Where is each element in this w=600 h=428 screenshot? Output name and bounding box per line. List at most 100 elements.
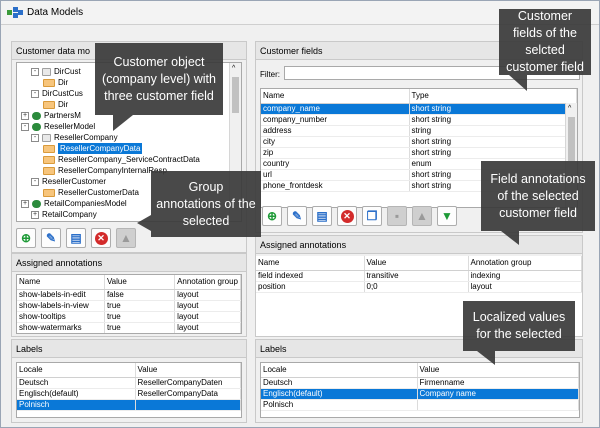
annotations-table: Name Value Annotation group show-labels-… bbox=[16, 274, 242, 334]
column-header[interactable]: Annotation group bbox=[174, 275, 241, 290]
add-button[interactable]: ⊕ bbox=[16, 228, 36, 248]
column-header[interactable]: Type bbox=[409, 89, 577, 104]
table-row[interactable]: show-labels-in-edit false layout bbox=[17, 289, 241, 301]
table-row[interactable]: company_name short string bbox=[261, 103, 577, 115]
table-row[interactable]: field indexed transitive indexing bbox=[256, 270, 582, 282]
collapse-icon[interactable]: - bbox=[31, 67, 39, 76]
field-icon bbox=[43, 144, 55, 153]
collapse-icon[interactable]: - bbox=[31, 177, 39, 186]
table-row[interactable]: Polnisch bbox=[261, 399, 579, 411]
table-row[interactable]: company_number short string bbox=[261, 114, 577, 126]
scroll-up-icon[interactable]: ^ bbox=[568, 105, 571, 112]
table-cell: position bbox=[256, 281, 365, 293]
field-icon bbox=[43, 100, 55, 109]
column-header[interactable]: Value bbox=[417, 363, 579, 378]
table-cell: layout bbox=[174, 300, 241, 312]
tree-item[interactable]: Dir bbox=[43, 99, 68, 110]
edit-button[interactable]: ✎ bbox=[41, 228, 61, 248]
move-down-icon: ▼ bbox=[441, 209, 453, 223]
table-row[interactable]: Englisch(default) Company name bbox=[261, 388, 579, 400]
tree-item-label: ResellerCompany_ServiceContractData bbox=[58, 155, 200, 164]
tree-item-label: DirCustCus bbox=[42, 89, 83, 98]
table-row[interactable]: zip short string bbox=[261, 147, 577, 159]
delete-field-button[interactable]: ✕ bbox=[337, 206, 357, 226]
add-field-button[interactable]: ⊕ bbox=[262, 206, 282, 226]
scroll-thumb[interactable] bbox=[568, 117, 575, 161]
tree-item[interactable]: + RetailCompany bbox=[31, 209, 97, 220]
callout-localized-values: Localized values for the selected bbox=[463, 301, 575, 365]
expand-icon[interactable]: + bbox=[21, 199, 29, 208]
disabled-button[interactable]: ▪ bbox=[387, 206, 407, 226]
column-header[interactable]: Locale bbox=[261, 363, 418, 378]
edit-annotations-button[interactable]: ▤ bbox=[66, 228, 86, 248]
move-up-button[interactable]: ▲ bbox=[412, 206, 432, 226]
tree-item[interactable]: - DirCust bbox=[31, 66, 81, 77]
table-cell: ResellerCompanyDaten bbox=[135, 377, 241, 389]
move-down-button[interactable]: ▼ bbox=[437, 206, 457, 226]
column-header[interactable]: Name bbox=[261, 89, 410, 104]
table-cell: company_number bbox=[261, 114, 410, 126]
tree-item[interactable]: ResellerCompanyData bbox=[43, 143, 143, 154]
table-row[interactable]: Deutsch ResellerCompanyDaten bbox=[17, 377, 241, 389]
column-header[interactable]: Name bbox=[256, 256, 365, 271]
expand-icon[interactable]: + bbox=[21, 111, 29, 120]
collapse-icon[interactable]: - bbox=[31, 133, 39, 142]
copy-field-button[interactable]: ❐ bbox=[362, 206, 382, 226]
table-row[interactable]: city short string bbox=[261, 136, 577, 148]
table-cell: show-watermarks bbox=[17, 322, 105, 333]
tree-item[interactable]: Dir bbox=[43, 77, 68, 88]
tree-item[interactable]: ResellerCustomerData bbox=[43, 187, 139, 198]
move-up-icon: ▲ bbox=[120, 231, 132, 245]
table-row[interactable]: Polnisch bbox=[17, 399, 241, 411]
callout-text: Customer fields of the selcted customer … bbox=[506, 9, 584, 74]
tree-item[interactable]: - ResellerCustomer bbox=[31, 176, 106, 187]
table-row[interactable]: Englisch(default) ResellerCompanyData bbox=[17, 388, 241, 400]
table-cell: Firmenname bbox=[417, 377, 579, 389]
callout-field-annotations: Field annotations of the selected custom… bbox=[481, 161, 595, 245]
scroll-up-icon[interactable]: ^ bbox=[232, 65, 235, 72]
tree-item[interactable]: ResellerCompanyInternalResp bbox=[43, 165, 167, 176]
collapse-icon[interactable]: - bbox=[21, 122, 29, 131]
column-header[interactable]: Value bbox=[135, 363, 241, 378]
tree-item[interactable]: - ResellerModel bbox=[21, 121, 95, 132]
table-cell: short string bbox=[409, 114, 577, 126]
delete-icon: ✕ bbox=[340, 209, 354, 223]
collapse-icon[interactable]: - bbox=[31, 89, 39, 98]
callout-customer-fields: Customer fields of the selcted customer … bbox=[499, 9, 591, 91]
table-row[interactable]: show-watermarks true layout bbox=[17, 322, 241, 333]
table-row[interactable]: position 0;0 layout bbox=[256, 281, 582, 293]
expand-icon[interactable]: + bbox=[31, 210, 39, 219]
column-header[interactable]: Name bbox=[17, 275, 105, 290]
column-header[interactable]: Annotation group bbox=[468, 256, 582, 271]
table-cell: city bbox=[261, 136, 410, 148]
table-row[interactable]: show-tooltips true layout bbox=[17, 311, 241, 323]
table-cell: show-labels-in-edit bbox=[17, 289, 105, 301]
add-icon: ⊕ bbox=[20, 231, 32, 245]
edit-annotations-button[interactable]: ▤ bbox=[312, 206, 332, 226]
table-row[interactable]: address string bbox=[261, 125, 577, 137]
edit-field-button[interactable]: ✎ bbox=[287, 206, 307, 226]
move-up-icon: ▲ bbox=[416, 209, 428, 223]
tree-item[interactable]: - ResellerCompany bbox=[31, 132, 118, 143]
table-cell: country bbox=[261, 158, 410, 170]
table-cell: short string bbox=[409, 147, 577, 159]
table-cell: Englisch(default) bbox=[17, 388, 136, 400]
column-header[interactable]: Locale bbox=[17, 363, 136, 378]
table-cell: 0;0 bbox=[364, 281, 469, 293]
tree-item[interactable]: + RetailCompaniesModel bbox=[21, 198, 127, 209]
move-up-button[interactable]: ▲ bbox=[116, 228, 136, 248]
add-icon: ⊕ bbox=[266, 209, 278, 223]
column-header[interactable]: Value bbox=[364, 256, 469, 271]
scroll-thumb[interactable] bbox=[232, 77, 239, 113]
tree-item[interactable]: ResellerCompany_ServiceContractData bbox=[43, 154, 200, 165]
delete-button[interactable]: ✕ bbox=[91, 228, 111, 248]
field-labels-table: Locale Value Deutsch Firmenname Englisch(d… bbox=[260, 362, 580, 418]
table-row[interactable]: show-labels-in-view true layout bbox=[17, 300, 241, 312]
app-window: Data Models Customer data mo - DirCust Dir… bbox=[0, 0, 600, 428]
callout-text: Localized values for the selected bbox=[472, 310, 566, 341]
table-cell: layout bbox=[174, 289, 241, 301]
column-header[interactable]: Value bbox=[104, 275, 176, 290]
table-row[interactable]: Deutsch Firmenname bbox=[261, 377, 579, 389]
tree-item[interactable]: - DirCustCus bbox=[31, 88, 83, 99]
tree-item[interactable]: + PartnersM bbox=[21, 110, 81, 121]
